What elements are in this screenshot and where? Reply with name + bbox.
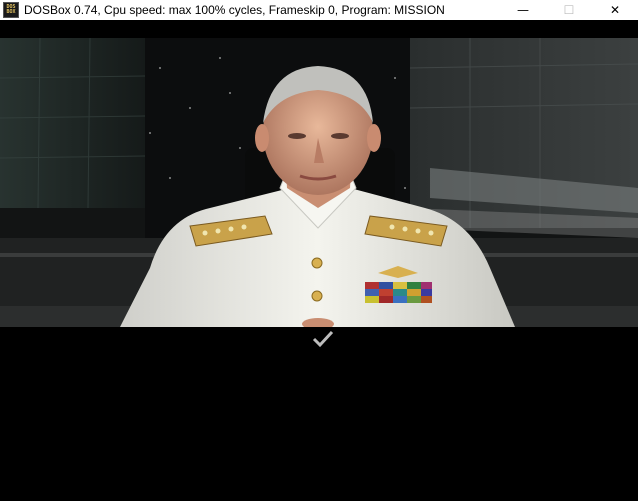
close-button[interactable]: ✕ — [592, 0, 638, 20]
confirm-button[interactable] — [312, 329, 334, 349]
ribbon-rack — [365, 282, 432, 303]
right-eye — [331, 133, 349, 139]
left-ear — [255, 124, 269, 152]
checkmark-icon — [312, 330, 334, 348]
window-titlebar[interactable]: DOS BOX DOSBox 0.74, Cpu speed: max 100%… — [0, 0, 638, 20]
close-icon: ✕ — [609, 3, 621, 17]
scene-illustration — [0, 38, 638, 327]
maximize-icon: ☐ — [563, 3, 575, 17]
left-window-panel — [0, 38, 145, 208]
minimize-icon: — — [517, 3, 529, 17]
admiral-briefing-scene — [0, 38, 638, 327]
dosbox-client-area[interactable] — [0, 20, 638, 501]
app-icon-label-bottom: BOX — [6, 9, 16, 15]
window-title: DOSBox 0.74, Cpu speed: max 100% cycles,… — [24, 3, 445, 17]
minimize-button[interactable]: — — [500, 0, 546, 20]
left-eye — [288, 133, 306, 139]
right-ear — [367, 124, 381, 152]
caption-buttons: — ☐ ✕ — [500, 0, 638, 20]
maximize-button[interactable]: ☐ — [546, 0, 592, 20]
dosbox-app-icon[interactable]: DOS BOX — [3, 2, 19, 18]
